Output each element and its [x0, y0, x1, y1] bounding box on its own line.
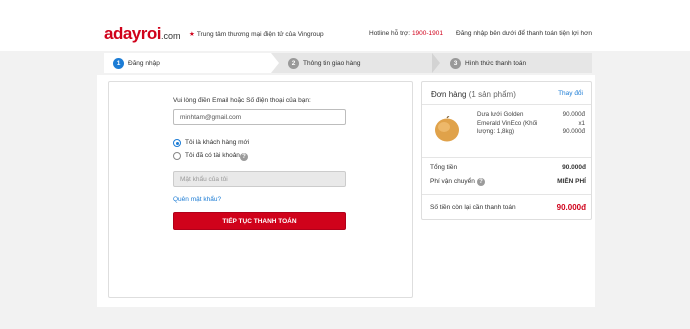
shipping-help-icon[interactable]: ? — [477, 178, 485, 186]
shipping-fee-value: MIỄN PHÍ — [557, 178, 586, 185]
checkout-steps: 1 Đăng nhập 2 Thông tin giao hàng 3 Hình… — [104, 53, 592, 73]
radio-new-customer[interactable] — [173, 139, 181, 147]
step-payment-method: 3 Hình thức thanh toán — [450, 53, 526, 73]
step-number: 2 — [288, 57, 299, 69]
email-input[interactable]: minhtam@gmail.com — [173, 109, 346, 125]
forgot-password-link[interactable]: Quên mật khẩu? — [173, 196, 221, 203]
order-summary-card: Đơn hàng (1 sản phẩm) Thay đổi — [421, 81, 592, 220]
remaining-amount-label: Số tiền còn lại cần thanh toán — [430, 204, 516, 211]
radio-existing-account[interactable] — [173, 152, 181, 160]
product-price: 90.000đ — [562, 111, 585, 118]
shipping-fee-label: Phí vận chuyển — [430, 178, 475, 185]
divider — [422, 194, 591, 195]
step-shipping-info: 2 Thông tin giao hàng — [288, 53, 360, 73]
hotline: Hotline hỗ trợ: 1900-1901 — [369, 30, 444, 37]
order-title: Đơn hàng (1 sản phẩm) — [431, 90, 516, 99]
product-line-total: 90.000đ — [562, 128, 585, 135]
login-hint: Đăng nhập bên dưới để thanh toán tiện lợ… — [456, 30, 593, 37]
step-number: 1 — [113, 57, 124, 69]
radio-new-customer-label[interactable]: Tôi là khách hàng mới — [185, 139, 249, 146]
step-login: 1 Đăng nhập — [104, 53, 279, 73]
step-label: Đăng nhập — [128, 59, 160, 67]
order-header: Đơn hàng (1 sản phẩm) Thay đổi — [422, 82, 591, 105]
divider — [422, 157, 591, 158]
login-prompt: Vui lòng điền Email hoặc Số điện thoại c… — [173, 97, 311, 104]
product-image — [435, 116, 459, 142]
remaining-amount-value: 90.000đ — [556, 203, 586, 212]
radio-existing-account-label[interactable]: Tôi đã có tài khoản — [185, 152, 240, 159]
tagline: ★ Trung tâm thương mại điện tử của Vingro… — [189, 31, 324, 38]
step-label: Thông tin giao hàng — [303, 59, 361, 67]
product-price-block: 90.000đ x1 90.000đ — [563, 111, 585, 137]
product-name: Dưa lưới Golden Emerald VinEco (Khối lượ… — [477, 111, 538, 135]
change-order-link[interactable]: Thay đổi — [558, 90, 583, 97]
step-label: Hình thức thanh toán — [465, 59, 527, 67]
step-separator — [432, 53, 440, 73]
product-quantity: x1 — [578, 119, 585, 127]
continue-checkout-button[interactable]: TIẾP TỤC THANH TOÁN — [173, 212, 346, 230]
step-number: 3 — [450, 57, 461, 69]
subtotal-value: 90.000đ — [562, 164, 586, 171]
hotline-number[interactable]: 1900-1901 — [412, 30, 443, 37]
site-logo[interactable]: adayroi.com — [104, 24, 181, 44]
subtotal-label: Tổng tiền — [430, 164, 458, 171]
star-icon: ★ — [189, 31, 195, 38]
help-icon[interactable]: ? — [240, 153, 248, 161]
password-input[interactable]: Mật khẩu của tôi — [173, 171, 346, 187]
site-header: adayroi.com ★ Trung tâm thương mại điện t… — [0, 0, 690, 51]
